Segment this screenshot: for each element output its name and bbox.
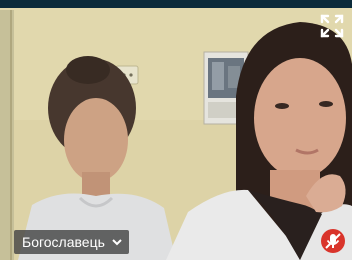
- top-bar: [0, 0, 352, 8]
- video-call-tile: Богославець: [0, 0, 352, 260]
- fullscreen-icon: [320, 14, 344, 38]
- chevron-down-icon: [112, 239, 122, 246]
- video-feed: [0, 0, 352, 260]
- participant-name: Богославець: [22, 234, 105, 250]
- fullscreen-button[interactable]: [320, 14, 344, 38]
- mic-muted-icon[interactable]: [320, 228, 346, 254]
- participant-name-menu[interactable]: Богославець: [14, 230, 129, 254]
